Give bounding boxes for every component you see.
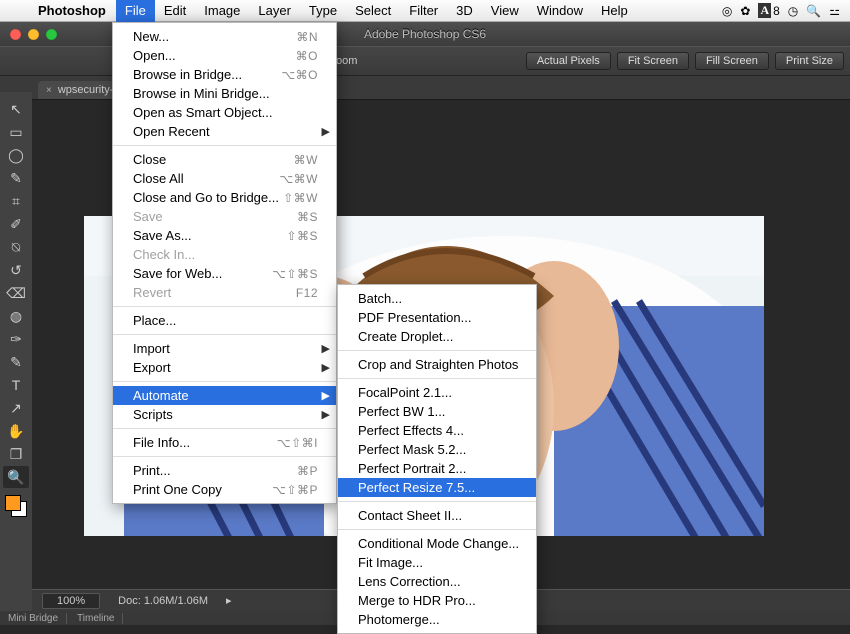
menu-item-revert: RevertF12 — [113, 283, 336, 302]
menu-item-open[interactable]: Open...⌘O — [113, 46, 336, 65]
menu-image[interactable]: Image — [195, 0, 249, 22]
close-icon[interactable]: × — [46, 85, 52, 96]
menu-item-check-in: Check In... — [113, 245, 336, 264]
menu-item-export[interactable]: Export▶ — [113, 358, 336, 377]
chevron-right-icon[interactable]: ▸ — [226, 594, 232, 607]
zoom-level[interactable]: 100% — [42, 593, 100, 609]
menu-filter[interactable]: Filter — [400, 0, 447, 22]
menu-item-place[interactable]: Place... — [113, 311, 336, 330]
tool-1[interactable]: ▭ — [3, 121, 29, 143]
tool-4[interactable]: ⌗ — [3, 190, 29, 212]
menu-item-pdf-presentation[interactable]: PDF Presentation... — [338, 308, 536, 327]
menu-item-browse-in-bridge[interactable]: Browse in Bridge...⌥⌘O — [113, 65, 336, 84]
menu-item-open-recent[interactable]: Open Recent▶ — [113, 122, 336, 141]
doc-size: Doc: 1.06M/1.06M — [118, 595, 208, 607]
adobe-status-icon[interactable]: A 8 — [758, 3, 779, 18]
menu-item-perfect-portrait-2[interactable]: Perfect Portrait 2... — [338, 459, 536, 478]
option-fit-screen[interactable]: Fit Screen — [617, 52, 689, 70]
tool-3[interactable]: ✎ — [3, 167, 29, 189]
menu-3d[interactable]: 3D — [447, 0, 482, 22]
tool-7[interactable]: ↺ — [3, 259, 29, 281]
menu-window[interactable]: Window — [528, 0, 592, 22]
panel-tab-timeline[interactable]: Timeline — [69, 613, 123, 624]
menu-item-contact-sheet-ii[interactable]: Contact Sheet II... — [338, 506, 536, 525]
tool-9[interactable]: ◍ — [3, 305, 29, 327]
menu-item-perfect-bw-1[interactable]: Perfect BW 1... — [338, 402, 536, 421]
menu-help[interactable]: Help — [592, 0, 637, 22]
menu-select[interactable]: Select — [346, 0, 400, 22]
menu-item-merge-to-hdr-pro[interactable]: Merge to HDR Pro... — [338, 591, 536, 610]
toolbox: ↖▭◯✎⌗✐⍉↺⌫◍✑✎T↗✋❐🔍 — [0, 92, 32, 625]
close-button[interactable] — [10, 29, 21, 40]
menu-item-focalpoint-2-1[interactable]: FocalPoint 2.1... — [338, 383, 536, 402]
menu-item-close-all[interactable]: Close All⌥⌘W — [113, 169, 336, 188]
menu-item-automate[interactable]: Automate▶ — [113, 386, 336, 405]
tool-11[interactable]: ✎ — [3, 351, 29, 373]
menu-edit[interactable]: Edit — [155, 0, 195, 22]
menubar-status: ◎ ✿ A 8 ◷ 🔍 ⚍ — [712, 3, 850, 18]
clock-icon[interactable]: ◷ — [788, 4, 798, 18]
menu-item-fit-image[interactable]: Fit Image... — [338, 553, 536, 572]
chevron-right-icon: ▶ — [322, 408, 330, 421]
tool-5[interactable]: ✐ — [3, 213, 29, 235]
menu-item-crop-and-straighten-photos[interactable]: Crop and Straighten Photos — [338, 355, 536, 374]
spotlight-icon[interactable]: 🔍 — [806, 4, 821, 18]
menu-item-print-one-copy[interactable]: Print One Copy⌥⇧⌘P — [113, 480, 336, 499]
menu-item-print[interactable]: Print...⌘P — [113, 461, 336, 480]
tool-12[interactable]: T — [3, 374, 29, 396]
tool-13[interactable]: ↗ — [3, 397, 29, 419]
menu-layer[interactable]: Layer — [249, 0, 300, 22]
file-menu: New...⌘NOpen...⌘OBrowse in Bridge...⌥⌘OB… — [112, 22, 337, 504]
mac-menubar: Photoshop FileEditImageLayerTypeSelectFi… — [0, 0, 850, 22]
wifi-icon[interactable]: ⚍ — [829, 4, 840, 18]
option-fill-screen[interactable]: Fill Screen — [695, 52, 769, 70]
chevron-right-icon: ▶ — [322, 125, 330, 138]
menu-item-lens-correction[interactable]: Lens Correction... — [338, 572, 536, 591]
menu-item-close-and-go-to-bridge[interactable]: Close and Go to Bridge...⇧⌘W — [113, 188, 336, 207]
app-name[interactable]: Photoshop — [28, 3, 116, 18]
menu-item-scripts[interactable]: Scripts▶ — [113, 405, 336, 424]
tool-0[interactable]: ↖ — [3, 98, 29, 120]
tool-6[interactable]: ⍉ — [3, 236, 29, 258]
menu-item-open-as-smart-object[interactable]: Open as Smart Object... — [113, 103, 336, 122]
menu-item-import[interactable]: Import▶ — [113, 339, 336, 358]
menu-item-conditional-mode-change[interactable]: Conditional Mode Change... — [338, 534, 536, 553]
chevron-right-icon: ▶ — [322, 389, 330, 402]
menu-item-close[interactable]: Close⌘W — [113, 150, 336, 169]
menu-view[interactable]: View — [482, 0, 528, 22]
menu-type[interactable]: Type — [300, 0, 346, 22]
tool-16[interactable]: 🔍 — [3, 466, 29, 488]
menu-item-new[interactable]: New...⌘N — [113, 27, 336, 46]
menu-item-file-info[interactable]: File Info...⌥⇧⌘I — [113, 433, 336, 452]
status-icon[interactable]: ✿ — [740, 4, 750, 18]
menu-item-save-for-web[interactable]: Save for Web...⌥⇧⌘S — [113, 264, 336, 283]
tool-14[interactable]: ✋ — [3, 420, 29, 442]
option-print-size[interactable]: Print Size — [775, 52, 844, 70]
tool-15[interactable]: ❐ — [3, 443, 29, 465]
automate-submenu: Batch...PDF Presentation...Create Drople… — [337, 284, 537, 634]
menu-item-create-droplet[interactable]: Create Droplet... — [338, 327, 536, 346]
menu-item-perfect-effects-4[interactable]: Perfect Effects 4... — [338, 421, 536, 440]
menu-item-perfect-mask-5-2[interactable]: Perfect Mask 5.2... — [338, 440, 536, 459]
tool-2[interactable]: ◯ — [3, 144, 29, 166]
menu-item-save-as[interactable]: Save As...⇧⌘S — [113, 226, 336, 245]
menu-item-browse-in-mini-bridge[interactable]: Browse in Mini Bridge... — [113, 84, 336, 103]
menu-item-photomerge[interactable]: Photomerge... — [338, 610, 536, 629]
menu-item-batch[interactable]: Batch... — [338, 289, 536, 308]
panel-tab-mini-bridge[interactable]: Mini Bridge — [0, 613, 67, 624]
chevron-right-icon: ▶ — [322, 342, 330, 355]
option-actual-pixels[interactable]: Actual Pixels — [526, 52, 611, 70]
menu-item-perfect-resize-7-5[interactable]: Perfect Resize 7.5... — [338, 478, 536, 497]
status-icon[interactable]: ◎ — [722, 4, 732, 18]
color-swatches[interactable] — [5, 495, 27, 517]
menu-file[interactable]: File — [116, 0, 155, 22]
maximize-button[interactable] — [46, 29, 57, 40]
tool-10[interactable]: ✑ — [3, 328, 29, 350]
minimize-button[interactable] — [28, 29, 39, 40]
tool-8[interactable]: ⌫ — [3, 282, 29, 304]
menu-item-save: Save⌘S — [113, 207, 336, 226]
chevron-right-icon: ▶ — [322, 361, 330, 374]
